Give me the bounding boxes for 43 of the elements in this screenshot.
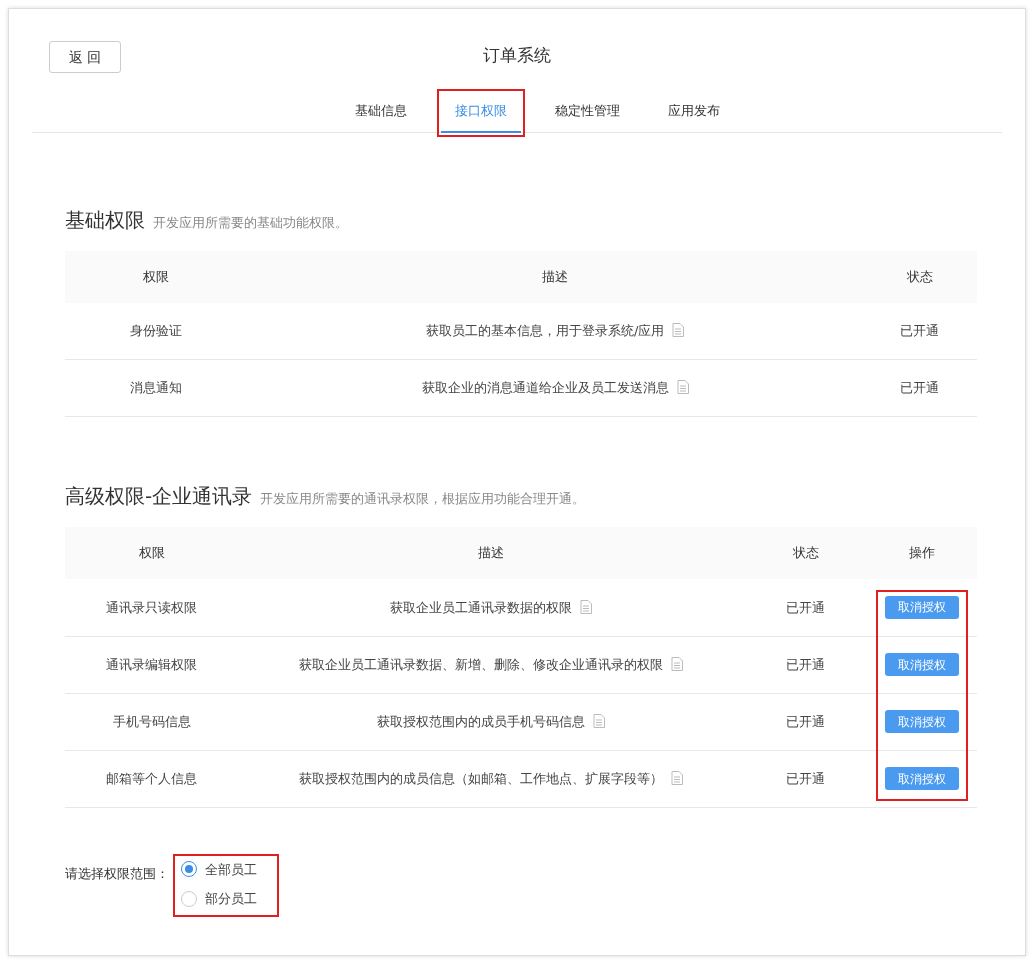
document-icon[interactable] [593,713,606,728]
permission-description: 获取企业的消息通道给企业及员工发送消息 [421,380,669,396]
permission-name: 消息通知 [130,380,183,396]
document-icon[interactable] [672,323,685,337]
page-title: 订单系统 [483,45,551,65]
radio-option[interactable]: 部分员工 [181,889,257,909]
permission-description: 获取企业员工通讯录数据的权限 [390,599,573,615]
section-description: 开发应用所需要的基础功能权限。 [153,213,348,232]
status-text: 已开通 [786,599,826,615]
column-header: 权限 [138,545,165,561]
permission-name: 邮箱等个人信息 [106,770,198,786]
tab[interactable]: 应用发布 [653,93,734,133]
section-description: 开发应用所需要的通讯录权限，根据应用功能合理开通。 [260,490,586,508]
status-text: 已开通 [900,380,940,396]
document-icon[interactable] [671,656,684,671]
permission-description: 获取授权范围内的成员手机号码信息 [377,713,586,729]
document-icon[interactable] [671,770,684,785]
section-title: 基础权限 [65,206,145,234]
tab[interactable]: 基础信息 [340,93,421,133]
tab[interactable]: 稳定性管理 [540,93,634,133]
permission-name: 通讯录编辑权限 [106,656,198,672]
permission-name: 通讯录只读权限 [106,599,198,615]
status-text: 已开通 [786,713,826,729]
column-header: 描述 [542,268,569,284]
column-header: 状态 [907,268,933,284]
document-icon[interactable] [580,599,593,614]
column-header: 状态 [793,545,819,561]
permission-description: 获取员工的基本信息，用于登录系统/应用 [426,323,665,338]
column-header: 描述 [478,545,505,561]
permission-description: 获取企业员工通讯录数据、新增、删除、修改企业通讯录的权限 [299,656,664,672]
back-button[interactable]: 返 回 [49,41,121,73]
scope-label: 请选择权限范围： [65,864,169,883]
section-title: 高级权限-企业通讯录 [65,483,253,510]
permission-description: 获取授权范围内的成员信息（如邮箱、工作地点、扩展字段等） [299,770,664,786]
document-icon[interactable] [676,380,689,395]
status-text: 已开通 [900,323,940,338]
column-header: 权限 [143,268,170,284]
status-text: 已开通 [786,770,826,786]
radio-option[interactable]: 全部员工 [181,859,257,879]
status-text: 已开通 [786,656,826,672]
column-header: 操作 [909,545,936,561]
permission-name: 身份验证 [130,323,183,338]
permission-name: 手机号码信息 [112,713,191,729]
